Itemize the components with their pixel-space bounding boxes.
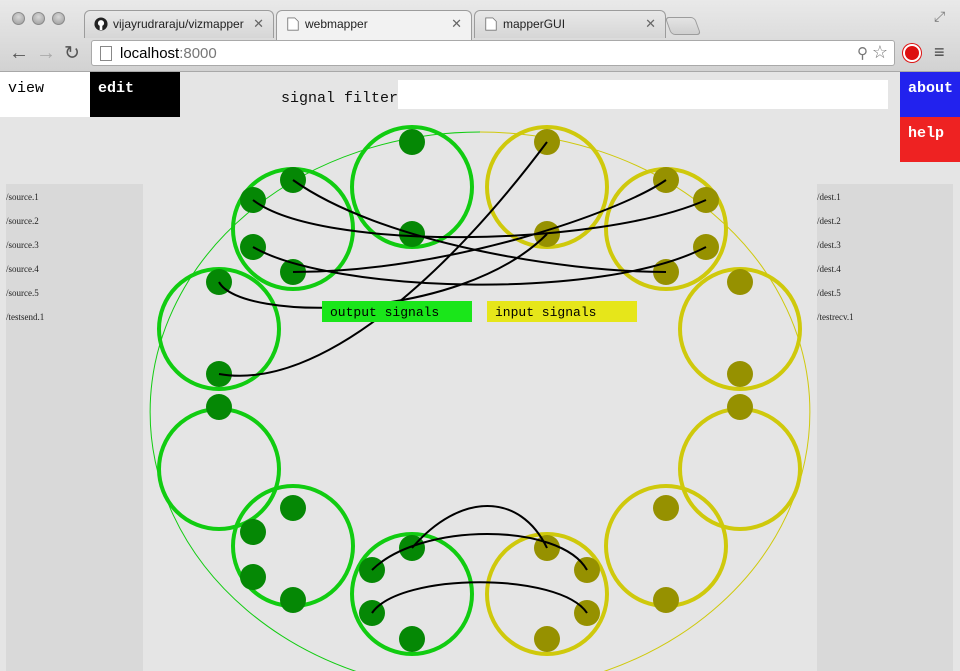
new-tab-button[interactable]: [664, 17, 702, 35]
output-device-ring[interactable]: [157, 407, 281, 531]
search-icon[interactable]: ⚲: [857, 44, 868, 62]
output-signals-label: output signals: [330, 305, 439, 320]
output-signal-node[interactable]: [280, 587, 306, 613]
connection-line[interactable]: [371, 581, 588, 614]
output-boundary-arc: [149, 131, 481, 671]
input-signal-node[interactable]: [727, 394, 753, 420]
input-device-ring[interactable]: [678, 407, 802, 531]
input-signal-node[interactable]: [727, 269, 753, 295]
back-arrow-icon[interactable]: ←: [9, 42, 29, 65]
page-icon: [485, 17, 497, 31]
tab-title: mapperGUI: [503, 17, 566, 31]
browser-chrome: vijayrudraraju/vizmapper ✕ webmapper ✕ m…: [0, 0, 960, 72]
page-icon: [100, 46, 112, 61]
output-device-rings: [157, 125, 474, 656]
address-bar[interactable]: localhost:8000 ⚲ ☆: [91, 40, 895, 66]
input-device-rings: [485, 125, 802, 656]
tab-webmapper[interactable]: webmapper ✕: [276, 10, 472, 40]
output-signal-node[interactable]: [280, 495, 306, 521]
bookmark-star-icon[interactable]: ☆: [872, 42, 888, 63]
output-signal-node[interactable]: [399, 626, 425, 652]
input-signal-node[interactable]: [653, 495, 679, 521]
output-signal-node[interactable]: [240, 519, 266, 545]
close-tab-icon[interactable]: ✕: [645, 16, 656, 32]
mapping-graph: output signals input signals: [149, 125, 811, 671]
page-icon: [287, 17, 299, 31]
zoom-window-icon[interactable]: [52, 12, 65, 25]
input-signals-label: input signals: [495, 305, 596, 320]
reload-icon[interactable]: ↻: [64, 42, 80, 65]
input-boundary-arc: [479, 131, 811, 671]
connection-line[interactable]: [252, 199, 707, 239]
close-window-icon[interactable]: [12, 12, 25, 25]
fullscreen-icon[interactable]: ⤢: [934, 8, 945, 25]
tab-vizmapper[interactable]: vijayrudraraju/vizmapper ✕: [84, 10, 274, 38]
tab-mappergui[interactable]: mapperGUI ✕: [474, 10, 666, 38]
output-signal-node[interactable]: [399, 129, 425, 155]
close-tab-icon[interactable]: ✕: [451, 16, 462, 32]
forward-arrow-icon[interactable]: →: [36, 42, 56, 65]
output-signal-node[interactable]: [206, 394, 232, 420]
url-text: localhost:8000: [120, 45, 217, 62]
tab-title: webmapper: [305, 17, 368, 31]
stop-extension-icon[interactable]: [903, 44, 921, 62]
input-signal-node[interactable]: [653, 587, 679, 613]
connection-line[interactable]: [218, 141, 548, 377]
webmapper-app: view edit signal filter about help /sour…: [0, 72, 960, 671]
input-signal-node[interactable]: [727, 361, 753, 387]
tab-title: vijayrudraraju/vizmapper: [113, 17, 244, 31]
github-icon: [94, 17, 108, 31]
menu-icon[interactable]: ≡: [934, 43, 945, 61]
output-signal-node[interactable]: [240, 187, 266, 213]
output-signal-node[interactable]: [240, 564, 266, 590]
connection-line[interactable]: [252, 246, 707, 286]
minimize-window-icon[interactable]: [32, 12, 45, 25]
close-tab-icon[interactable]: ✕: [253, 16, 264, 32]
connection-line[interactable]: [411, 505, 548, 549]
input-signal-node[interactable]: [534, 626, 560, 652]
signal-connections: [218, 141, 707, 614]
